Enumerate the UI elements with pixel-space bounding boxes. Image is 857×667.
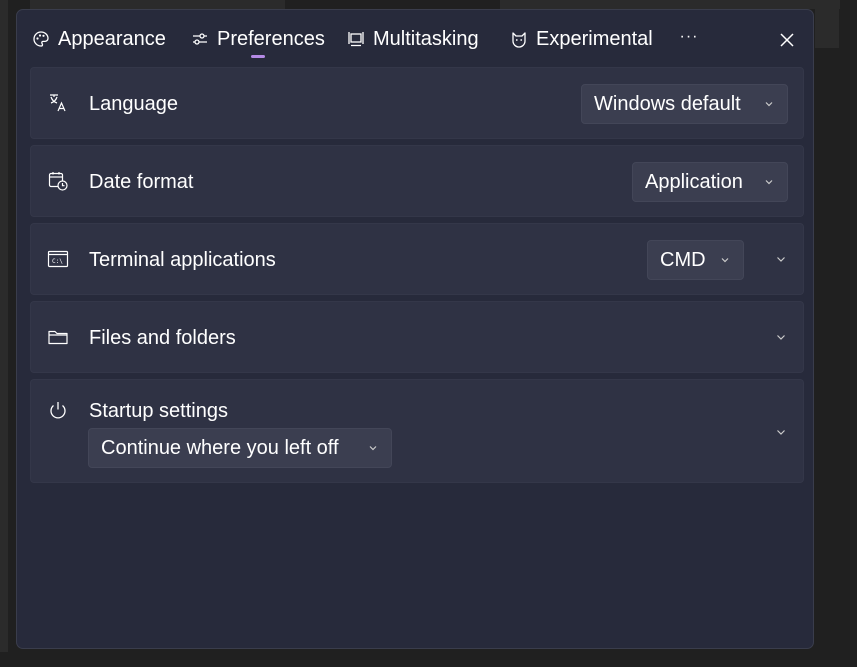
background-window-top — [30, 0, 285, 9]
svg-text:C:\: C:\ — [52, 258, 63, 265]
chevron-down-icon — [765, 102, 773, 107]
tab-experimental[interactable]: Experimental — [510, 24, 653, 54]
background-window-right — [815, 0, 839, 48]
tab-multitasking[interactable]: Multitasking — [347, 24, 479, 54]
startup-dropdown[interactable]: Continue where you left off — [88, 428, 392, 468]
dropdown-value: CMD — [660, 248, 706, 271]
expand-chevron-icon[interactable] — [772, 328, 790, 346]
language-dropdown[interactable]: Windows default — [581, 84, 788, 124]
chevron-down-icon — [369, 446, 377, 451]
more-tabs-button[interactable]: ··· — [677, 28, 701, 48]
calendar-clock-icon — [48, 172, 68, 191]
dropdown-value: Continue where you left off — [101, 436, 339, 459]
tab-bar: Appearance Preferences Multitasking Expe… — [17, 10, 813, 66]
chevron-down-icon — [765, 180, 773, 185]
background-window-top-right — [500, 0, 840, 9]
setting-card-date-format: Date format Application — [30, 145, 804, 217]
background-window-left — [0, 0, 8, 652]
tab-label: Preferences — [217, 27, 325, 50]
tab-preferences[interactable]: Preferences — [191, 24, 325, 54]
cat-icon — [512, 32, 526, 48]
multitasking-icon — [348, 32, 364, 47]
dropdown-value: Application — [645, 170, 743, 193]
setting-card-language: Language Windows default — [30, 67, 804, 139]
tab-label: Experimental — [536, 27, 653, 50]
folder-icon — [48, 330, 68, 345]
tab-label: Appearance — [58, 27, 166, 50]
sliders-icon — [193, 33, 207, 45]
expand-chevron-icon[interactable] — [772, 423, 790, 441]
dropdown-value: Windows default — [594, 92, 741, 115]
chevron-down-icon — [721, 258, 729, 263]
setting-label: Terminal applications — [89, 249, 276, 271]
expand-chevron-icon[interactable] — [772, 250, 790, 268]
setting-card-terminal[interactable]: C:\ Terminal applications CMD — [30, 223, 804, 295]
tab-appearance[interactable]: Appearance — [32, 24, 166, 54]
setting-label: Startup settings — [89, 400, 228, 422]
terminal-dropdown[interactable]: CMD — [647, 240, 744, 280]
active-tab-indicator — [251, 55, 265, 58]
date-format-dropdown[interactable]: Application — [632, 162, 788, 202]
setting-card-files-and-folders[interactable]: Files and folders — [30, 301, 804, 373]
palette-icon — [33, 31, 49, 47]
tab-label: Multitasking — [373, 27, 479, 50]
setting-label: Language — [89, 93, 178, 115]
power-icon — [50, 402, 66, 419]
setting-label: Files and folders — [89, 327, 236, 349]
close-icon — [780, 33, 794, 47]
close-button[interactable] — [775, 28, 799, 52]
settings-dialog: Appearance Preferences Multitasking Expe… — [16, 9, 814, 649]
setting-label: Date format — [89, 171, 194, 193]
setting-card-startup[interactable]: Startup settings Continue where you left… — [30, 379, 804, 483]
terminal-icon: C:\ — [47, 250, 69, 268]
language-icon — [50, 94, 66, 112]
